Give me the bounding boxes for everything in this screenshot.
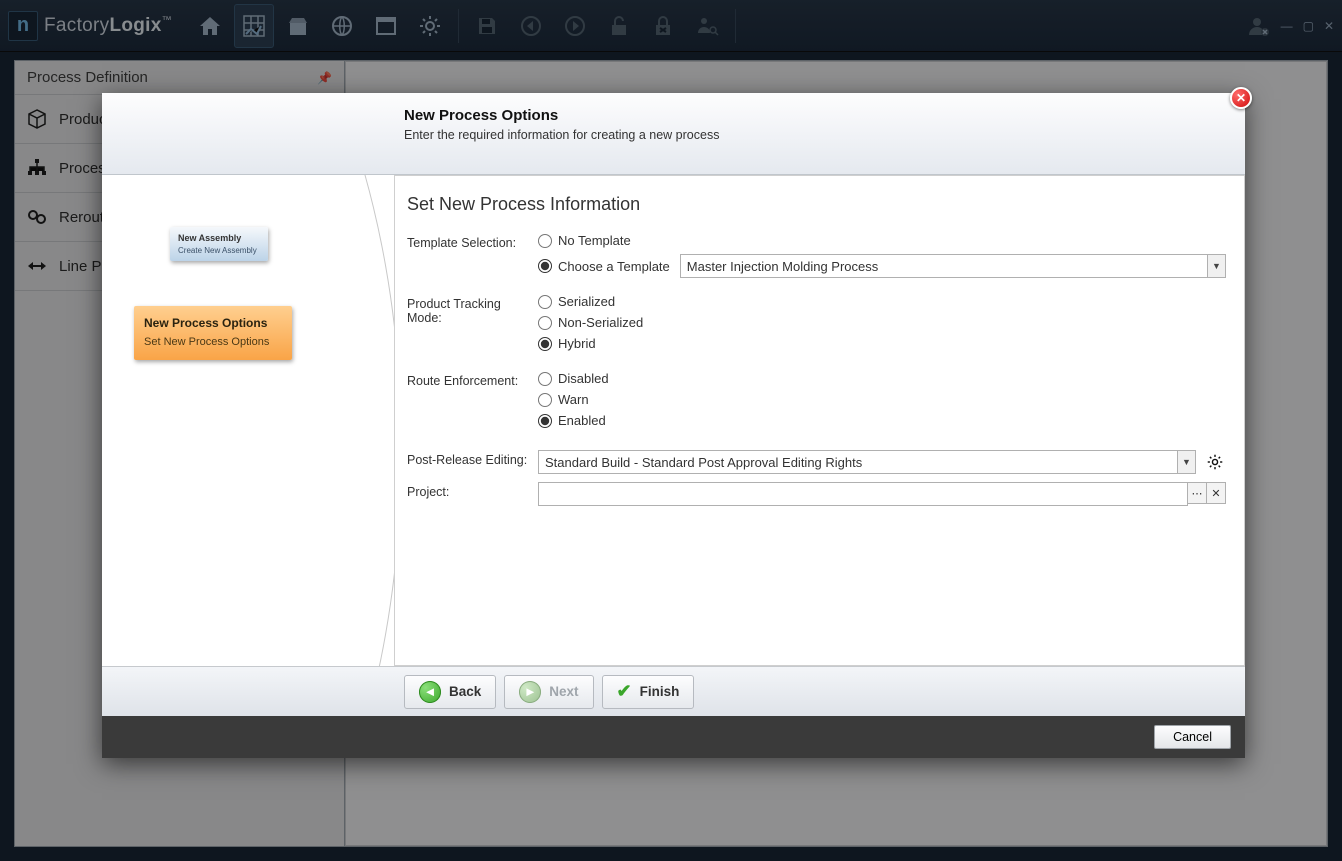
radio-label: Choose a Template [558, 259, 670, 274]
template-label: Template Selection: [407, 233, 538, 284]
radio-label: Disabled [558, 371, 609, 386]
radio-label: No Template [558, 233, 631, 248]
chevron-down-icon: ▼ [1177, 451, 1195, 473]
radio-label: Warn [558, 392, 589, 407]
radio-label: Serialized [558, 294, 615, 309]
radio-choose-template[interactable]: Choose a Template [538, 254, 670, 278]
radio-serialized[interactable]: Serialized [538, 294, 1226, 309]
tracking-label: Product Tracking Mode: [407, 294, 538, 357]
radio-non-serialized[interactable]: Non-Serialized [538, 315, 1226, 330]
next-label: Next [549, 684, 578, 699]
wizard-step-current: New Process Options Set New Process Opti… [134, 306, 292, 360]
radio-hybrid[interactable]: Hybrid [538, 336, 1226, 351]
radio-no-template[interactable]: No Template [538, 233, 1226, 248]
project-label: Project: [407, 482, 538, 506]
radio-route-warn[interactable]: Warn [538, 392, 1226, 407]
wizard-form: Set New Process Information Template Sel… [394, 175, 1245, 666]
wizard-step-previous[interactable]: New Assembly Create New Assembly [170, 227, 268, 261]
radio-label: Enabled [558, 413, 606, 428]
back-label: Back [449, 684, 481, 699]
check-icon: ✔ [617, 681, 632, 702]
cancel-label: Cancel [1173, 730, 1212, 744]
route-label: Route Enforcement: [407, 371, 538, 434]
template-dropdown[interactable]: Master Injection Molding Process ▼ [680, 254, 1226, 278]
project-clear-button[interactable]: ✕ [1206, 482, 1226, 504]
wizard-nav-buttons: ◄ Back ► Next ✔ Finish [102, 666, 1245, 716]
next-button: ► Next [504, 675, 593, 709]
project-field[interactable] [538, 482, 1188, 506]
wizard-subtitle: Enter the required information for creat… [404, 128, 1245, 142]
step-cur-sub: Set New Process Options [144, 336, 282, 348]
radio-route-disabled[interactable]: Disabled [538, 371, 1226, 386]
back-button[interactable]: ◄ Back [404, 675, 496, 709]
step-cur-title: New Process Options [144, 316, 282, 330]
radio-label: Hybrid [558, 336, 596, 351]
wizard-title: New Process Options [404, 107, 1245, 124]
post-release-value: Standard Build - Standard Post Approval … [545, 455, 862, 470]
cancel-button[interactable]: Cancel [1154, 725, 1231, 749]
wizard-header: New Process Options Enter the required i… [102, 93, 1245, 175]
finish-label: Finish [640, 684, 680, 699]
radio-label: Non-Serialized [558, 315, 643, 330]
chevron-down-icon: ▼ [1207, 255, 1225, 277]
wizard-footer: Cancel [102, 716, 1245, 758]
wizard-body: New Assembly Create New Assembly New Pro… [102, 175, 1245, 666]
radio-route-enabled[interactable]: Enabled [538, 413, 1226, 428]
step-prev-sub: Create New Assembly [178, 246, 260, 255]
template-value: Master Injection Molding Process [687, 259, 878, 274]
wizard-step-track: New Assembly Create New Assembly New Pro… [102, 175, 394, 666]
arrow-left-icon: ◄ [419, 681, 441, 703]
form-section-title: Set New Process Information [407, 194, 1226, 215]
step-prev-title: New Assembly [178, 233, 260, 243]
arrow-right-icon: ► [519, 681, 541, 703]
new-process-wizard: New Process Options Enter the required i… [102, 93, 1245, 758]
post-release-label: Post-Release Editing: [407, 450, 538, 474]
finish-button[interactable]: ✔ Finish [602, 675, 695, 709]
wizard-close-button[interactable]: ✕ [1230, 87, 1252, 109]
post-release-settings-button[interactable] [1204, 451, 1226, 473]
post-release-dropdown[interactable]: Standard Build - Standard Post Approval … [538, 450, 1196, 474]
project-browse-button[interactable]: ⋯ [1187, 482, 1207, 504]
